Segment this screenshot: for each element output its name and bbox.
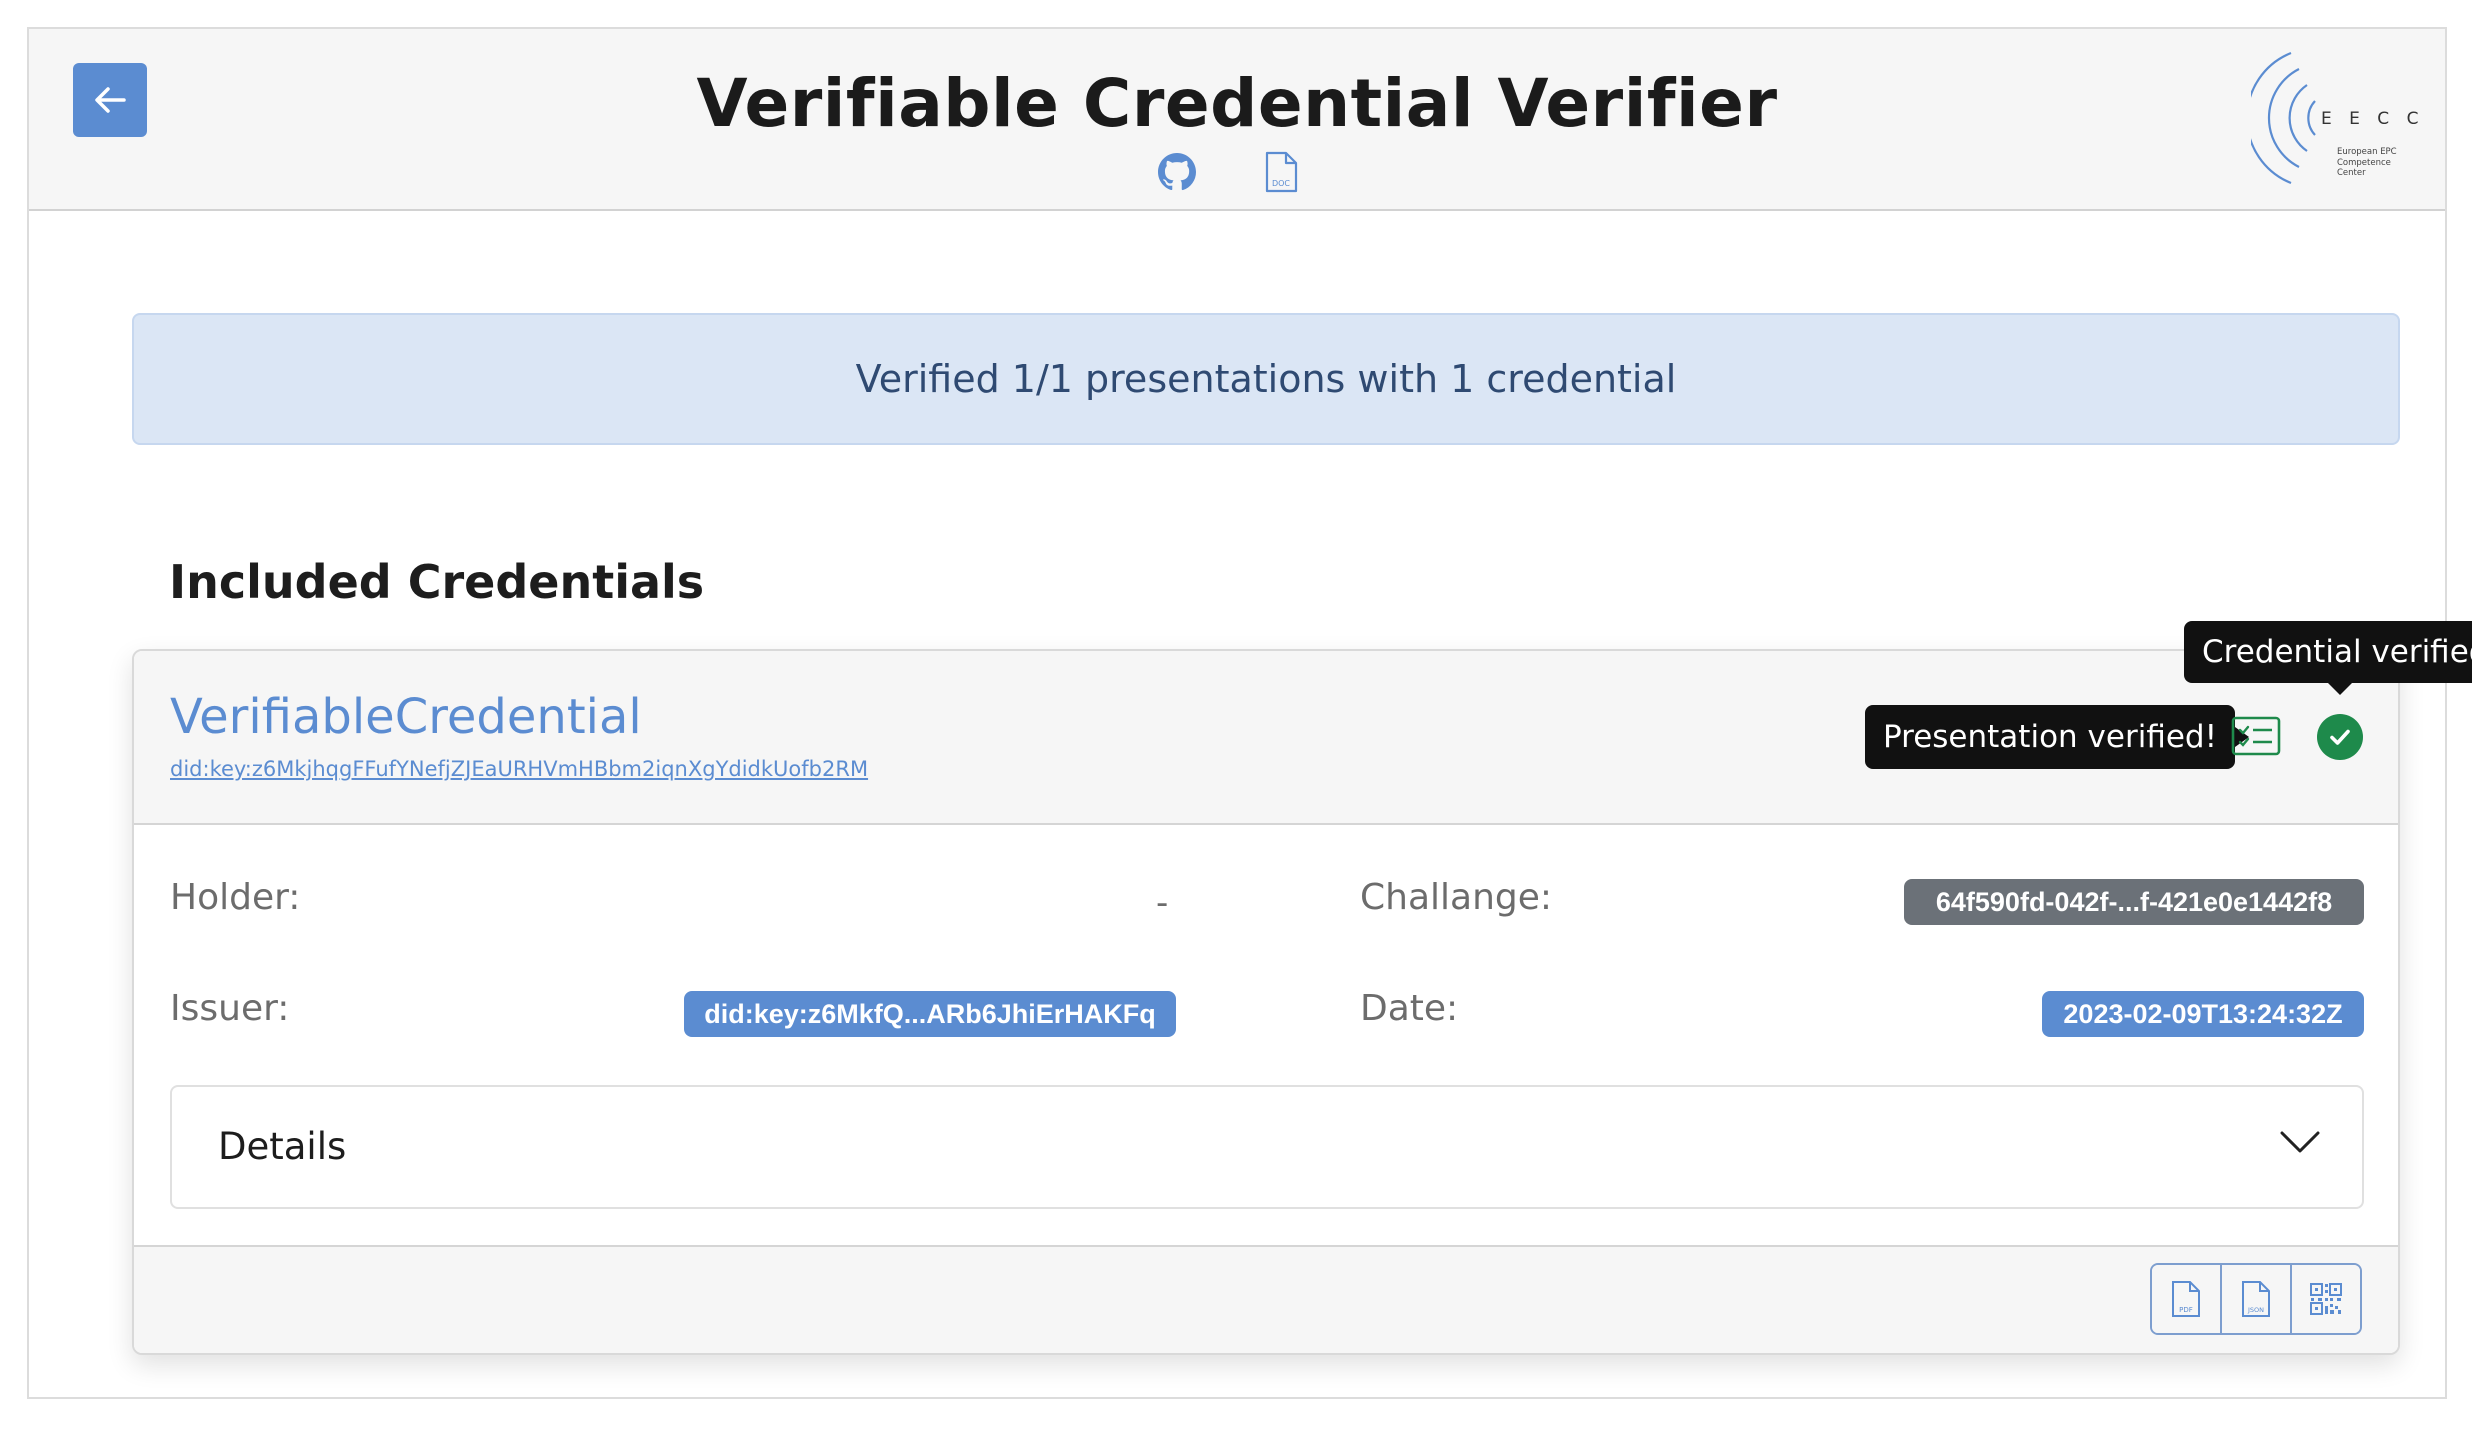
header: Verifiable Credential Verifier DOC E E C…	[29, 29, 2445, 211]
page-title: Verifiable Credential Verifier	[696, 65, 1778, 142]
details-label: Details	[218, 1125, 347, 1168]
app-frame: Verifiable Credential Verifier DOC E E C…	[27, 27, 2472, 1399]
challenge-label: Challange:	[1360, 877, 1553, 918]
credential-did-link[interactable]: did:key:z6MkjhqgFFufYNefjZJEaURHVmHBbm2i…	[170, 757, 868, 781]
challenge-badge: 64f590fd-042f-...f-421e0e1442f8	[1904, 879, 2364, 925]
credential-verified-tooltip: Credential verified!	[2184, 621, 2472, 695]
doc-icon-label: DOC	[1272, 179, 1290, 188]
logo-title: E E C C	[2321, 109, 2425, 129]
signal-arcs-icon	[2251, 51, 2316, 185]
credential-verified-button[interactable]	[2317, 714, 2363, 760]
issuer-badge[interactable]: did:key:z6MkfQ...ARb6JhiErHAKFq	[684, 991, 1176, 1037]
date-label: Date:	[1360, 988, 1459, 1029]
json-file-icon: JSON	[2242, 1281, 2270, 1317]
header-links: DOC	[1157, 151, 1301, 193]
credential-card: VerifiableCredential did:key:z6MkjhqgFFu…	[132, 621, 2472, 1355]
export-pdf-button[interactable]: PDF	[2152, 1265, 2220, 1333]
pdf-icon-label: PDF	[2179, 1306, 2193, 1314]
logo-subtitle: European EPC Competence Center	[2337, 147, 2397, 178]
credential-card-footer: PDF JSON	[134, 1245, 2398, 1353]
holder-label: Holder:	[170, 877, 301, 918]
presentation-tooltip-text: Presentation verified!	[1883, 719, 2218, 755]
verification-alert: Verified 1/1 presentations with 1 creden…	[132, 313, 2400, 445]
credential-title: VerifiableCredential	[170, 689, 642, 745]
holder-value: -	[1156, 883, 1169, 923]
presentation-verified-tooltip: Presentation verified!	[1865, 705, 2250, 769]
document-icon: DOC	[1265, 151, 1298, 193]
credential-tooltip-text: Credential verified!	[2202, 634, 2472, 670]
export-button-group: PDF JSON	[2150, 1263, 2362, 1335]
qr-code-icon	[2310, 1283, 2342, 1315]
presentation-button[interactable]	[2231, 716, 2281, 756]
presentation-list-icon	[2231, 716, 2281, 756]
github-icon	[1158, 153, 1196, 191]
json-icon-label: JSON	[2247, 1306, 2264, 1314]
section-title: Included Credentials	[169, 555, 705, 609]
github-link[interactable]	[1157, 151, 1197, 193]
eecc-logo: E E C C European EPC Competence Center	[2251, 43, 2431, 193]
chevron-down-icon	[2280, 1131, 2320, 1153]
qr-code-button[interactable]	[2290, 1265, 2360, 1333]
documentation-link[interactable]: DOC	[1261, 151, 1301, 193]
check-circle-icon	[2330, 729, 2350, 745]
issuer-label: Issuer:	[170, 988, 290, 1029]
credential-card-header: VerifiableCredential did:key:z6MkjhqgFFu…	[134, 621, 2472, 825]
alert-message: Verified 1/1 presentations with 1 creden…	[855, 357, 1677, 401]
export-json-button[interactable]: JSON	[2220, 1265, 2290, 1333]
details-accordion[interactable]: Details	[170, 1085, 2364, 1209]
date-badge: 2023-02-09T13:24:32Z	[2042, 991, 2364, 1037]
pdf-file-icon: PDF	[2172, 1281, 2200, 1317]
